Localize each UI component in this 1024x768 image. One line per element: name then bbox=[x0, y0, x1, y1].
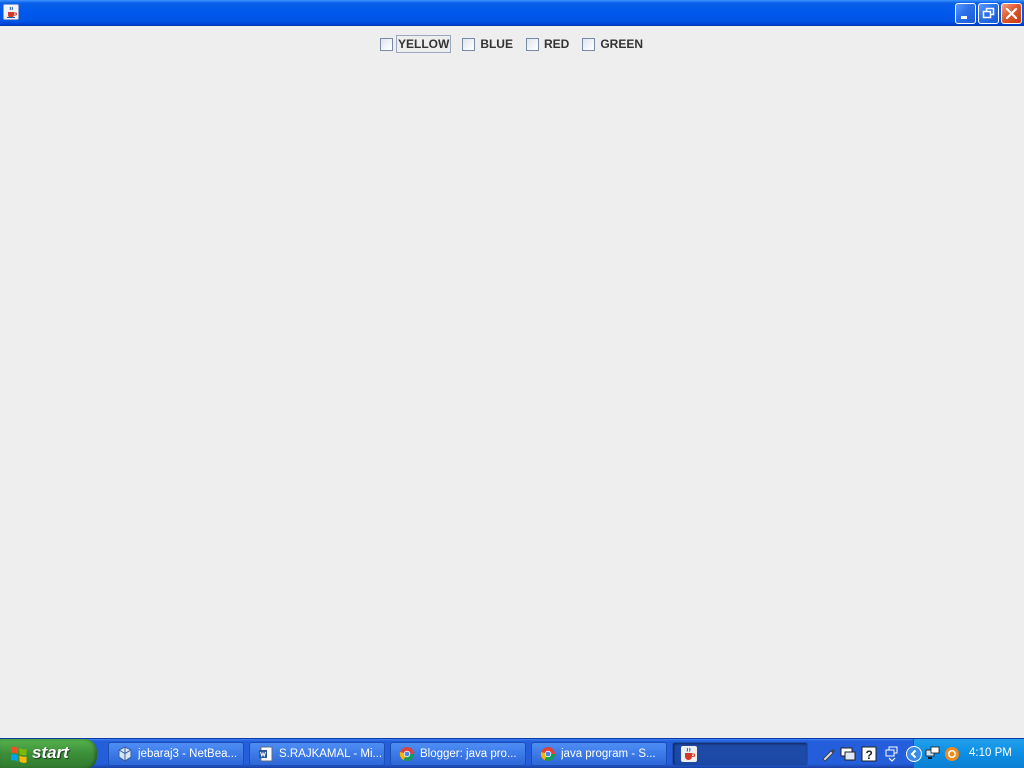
task-label: S.RAJKAMAL - Mi... bbox=[279, 748, 383, 760]
checkbox-label-red: RED bbox=[543, 37, 570, 51]
network-icon[interactable] bbox=[925, 746, 941, 762]
task-label: jebaraj3 - NetBea... bbox=[138, 748, 238, 760]
minimize-button[interactable] bbox=[955, 3, 976, 24]
task-button-chrome-java[interactable]: java program - S... bbox=[531, 742, 667, 766]
start-label: start bbox=[32, 743, 69, 762]
task-label: java program - S... bbox=[561, 748, 656, 760]
checkbox-red[interactable]: RED bbox=[525, 35, 571, 53]
task-button-word[interactable]: S.RAJKAMAL - Mi... bbox=[249, 742, 385, 766]
taskbar: start jebaraj3 - NetBea... S.RAJKAMAL - … bbox=[0, 738, 1024, 768]
expand-tray-icon[interactable] bbox=[905, 746, 922, 762]
checkbox-box[interactable] bbox=[525, 37, 539, 51]
java-cup-icon bbox=[681, 746, 697, 762]
window-content: YELLOW BLUE RED GREEN bbox=[0, 27, 1024, 739]
svg-text:?: ? bbox=[866, 748, 873, 762]
task-button-java-app[interactable] bbox=[672, 742, 808, 766]
checkbox-box[interactable] bbox=[582, 37, 596, 51]
checkbox-box[interactable] bbox=[379, 37, 393, 51]
minimize-icon bbox=[961, 16, 967, 19]
checkbox-yellow[interactable]: YELLOW bbox=[379, 35, 452, 53]
restore-icon bbox=[982, 7, 995, 19]
network-monitor-icon[interactable] bbox=[840, 746, 856, 762]
restore-button[interactable] bbox=[978, 3, 999, 24]
task-button-chrome-blogger[interactable]: Blogger: java pro... bbox=[390, 742, 526, 766]
task-button-netbeans[interactable]: jebaraj3 - NetBea... bbox=[108, 742, 244, 766]
checkbox-green[interactable]: GREEN bbox=[582, 35, 645, 53]
window-title-bar[interactable] bbox=[0, 0, 1024, 26]
checkbox-box[interactable] bbox=[462, 37, 476, 51]
help-icon[interactable]: ? bbox=[861, 746, 877, 762]
windows-switch-icon[interactable] bbox=[884, 746, 900, 762]
chrome-icon bbox=[540, 746, 556, 762]
java-cup-icon[interactable] bbox=[3, 4, 19, 20]
system-tray: 4:10 PM bbox=[906, 739, 1024, 768]
checkbox-label-blue: BLUE bbox=[480, 37, 513, 51]
word-document-icon bbox=[258, 746, 274, 762]
windows-flag-icon bbox=[11, 746, 27, 763]
checkbox-label-yellow: YELLOW bbox=[395, 35, 452, 53]
start-button[interactable]: start bbox=[0, 739, 97, 768]
checkbox-blue[interactable]: BLUE bbox=[462, 35, 515, 53]
netbeans-cube-icon bbox=[117, 746, 133, 762]
checkbox-label-green: GREEN bbox=[600, 37, 644, 51]
close-icon bbox=[1005, 7, 1018, 20]
browser-update-icon[interactable] bbox=[944, 746, 960, 762]
clock[interactable]: 4:10 PM bbox=[969, 747, 1012, 759]
chrome-icon bbox=[399, 746, 415, 762]
checkbox-group: YELLOW BLUE RED GREEN bbox=[0, 35, 1024, 53]
close-button[interactable] bbox=[1001, 3, 1022, 24]
task-label: Blogger: java pro... bbox=[420, 748, 517, 760]
pen-tool-icon[interactable] bbox=[820, 746, 836, 762]
